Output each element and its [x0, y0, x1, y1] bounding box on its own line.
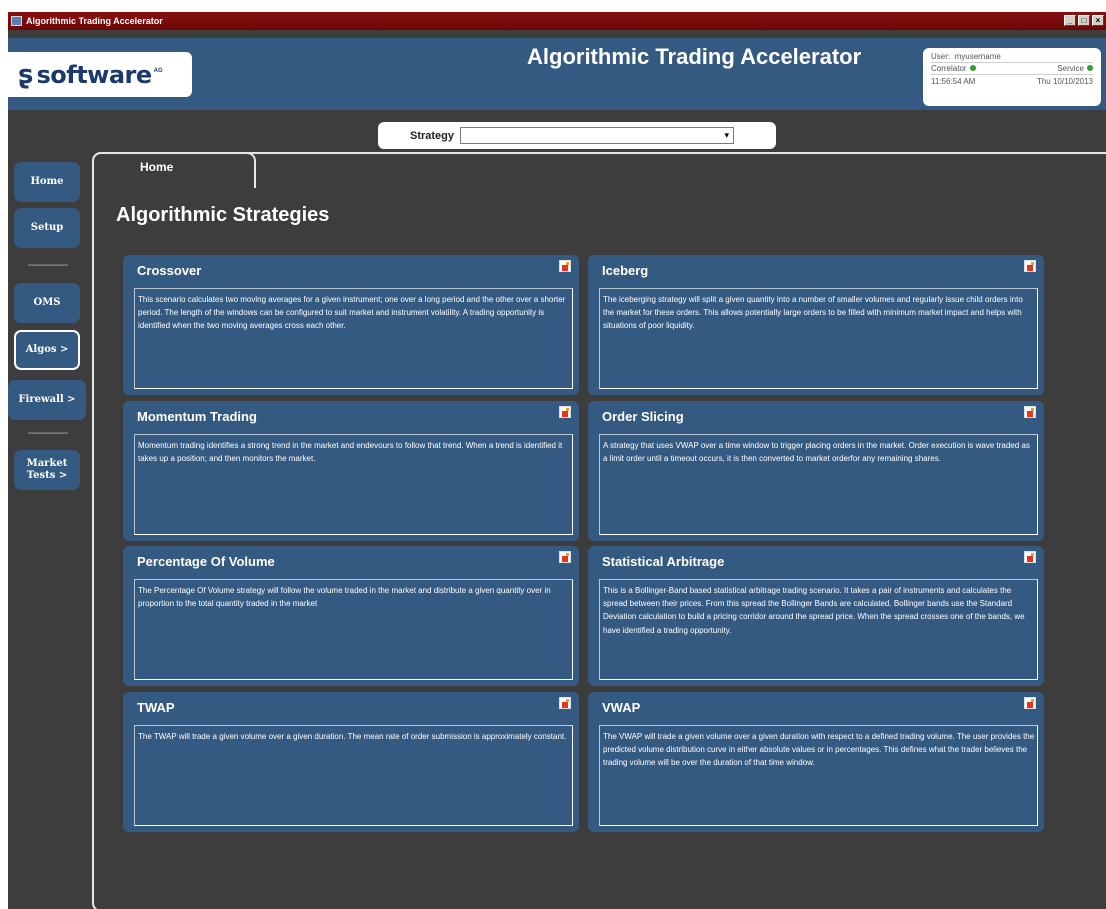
- card-description: This scenario calculates two moving aver…: [134, 288, 573, 389]
- software-ag-logo: ʂ software AG: [8, 52, 192, 97]
- card-title: TWAP: [137, 700, 175, 715]
- card-title: Iceberg: [602, 263, 649, 278]
- logo-mark-icon: ʂ: [18, 59, 34, 90]
- title-bar: Algorithmic Trading Accelerator _ □ ×: [8, 12, 1106, 30]
- strategy-logo-icon: [559, 551, 571, 563]
- nav-setup-button[interactable]: Setup: [14, 208, 80, 248]
- tab-home[interactable]: Home: [92, 152, 256, 188]
- strategy-logo-icon: [1024, 697, 1036, 709]
- app-icon: [11, 16, 22, 26]
- window-title: Algorithmic Trading Accelerator: [26, 16, 163, 26]
- strategy-logo-icon: [559, 697, 571, 709]
- card-title: Crossover: [137, 263, 202, 278]
- correlator-label: Correlator: [931, 64, 967, 73]
- tab-home-label: Home: [140, 160, 174, 174]
- nav-market-tests-button[interactable]: Market Tests >: [14, 450, 80, 490]
- status-box: User: myusername Correlator Service 11:5…: [923, 48, 1101, 106]
- application-window: Algorithmic Trading Accelerator _ □ × ʂ …: [8, 12, 1106, 909]
- nav-oms-button[interactable]: OMS: [14, 283, 80, 323]
- strategy-logo-icon: [559, 260, 571, 272]
- strategy-logo-icon: [1024, 260, 1036, 272]
- strategy-label: Strategy: [410, 129, 455, 142]
- logo-suffix: AG: [153, 67, 163, 74]
- strategy-card-order-slicing[interactable]: Order Slicing A strategy that uses VWAP …: [588, 401, 1044, 541]
- strategy-card-crossover[interactable]: Crossover This scenario calculates two m…: [123, 255, 579, 395]
- strategy-logo-icon: [559, 406, 571, 418]
- card-title: Percentage Of Volume: [137, 554, 275, 569]
- page-title: Algorithmic Strategies: [116, 204, 330, 226]
- maximize-icon[interactable]: □: [1078, 15, 1090, 26]
- card-title: VWAP: [602, 700, 641, 715]
- strategy-card-statistical-arbitrage[interactable]: Statistical Arbitrage This is a Bollinge…: [588, 546, 1044, 686]
- nav-divider: [28, 264, 68, 266]
- card-description: A strategy that uses VWAP over a time wi…: [599, 434, 1038, 535]
- nav-algos-button[interactable]: Algos >: [14, 330, 80, 370]
- user-name: myusername: [954, 52, 1001, 61]
- chevron-down-icon[interactable]: ▾: [725, 130, 730, 141]
- card-title: Order Slicing: [602, 409, 684, 424]
- nav-divider: [28, 432, 68, 434]
- clock-date: Thu 10/10/2013: [1036, 76, 1093, 86]
- strategy-logo-icon: [1024, 406, 1036, 418]
- minimize-icon[interactable]: _: [1064, 15, 1076, 26]
- service-label: Service: [1057, 64, 1084, 73]
- strategy-card-percentage-of-volume[interactable]: Percentage Of Volume The Percentage Of V…: [123, 546, 579, 686]
- service-status-icon: [1087, 65, 1093, 71]
- card-title: Statistical Arbitrage: [602, 554, 725, 569]
- strategy-bar: Strategy ▾: [378, 122, 776, 149]
- app-title: Algorithmic Trading Accelerator: [527, 44, 862, 69]
- header: ʂ software AG Algorithmic Trading Accele…: [8, 38, 1106, 110]
- strategy-card-vwap[interactable]: VWAP The VWAP will trade a given volume …: [588, 692, 1044, 832]
- card-description: The Percentage Of Volume strategy will f…: [134, 579, 573, 680]
- correlator-status-icon: [969, 65, 976, 71]
- strategy-card-momentum-trading[interactable]: Momentum Trading Momentum trading identi…: [123, 401, 579, 541]
- window-controls: _ □ ×: [1064, 15, 1104, 26]
- clock-time: 11:56:54 AM: [931, 76, 976, 86]
- card-description: The VWAP will trade a given volume over …: [599, 725, 1038, 826]
- strategy-select[interactable]: ▾: [460, 127, 735, 144]
- card-description: The TWAP will trade a given volume over …: [134, 725, 573, 826]
- card-title: Momentum Trading: [137, 409, 257, 424]
- strategy-logo-icon: [1024, 551, 1036, 563]
- card-description: Momentum trading identifies a strong tre…: [134, 434, 573, 535]
- strategy-card-iceberg[interactable]: Iceberg The iceberging strategy will spl…: [588, 255, 1044, 395]
- strategy-card-twap[interactable]: TWAP The TWAP will trade a given volume …: [123, 692, 579, 832]
- close-icon[interactable]: ×: [1092, 15, 1104, 26]
- nav-firewall-button[interactable]: Firewall >: [8, 380, 86, 420]
- nav-home-button[interactable]: Home: [14, 162, 80, 202]
- logo-wordmark: software: [36, 60, 152, 89]
- card-description: This is a Bollinger-Band based statistic…: [599, 579, 1038, 680]
- user-label: User:: [931, 52, 951, 61]
- card-description: The iceberging strategy will split a giv…: [599, 288, 1038, 389]
